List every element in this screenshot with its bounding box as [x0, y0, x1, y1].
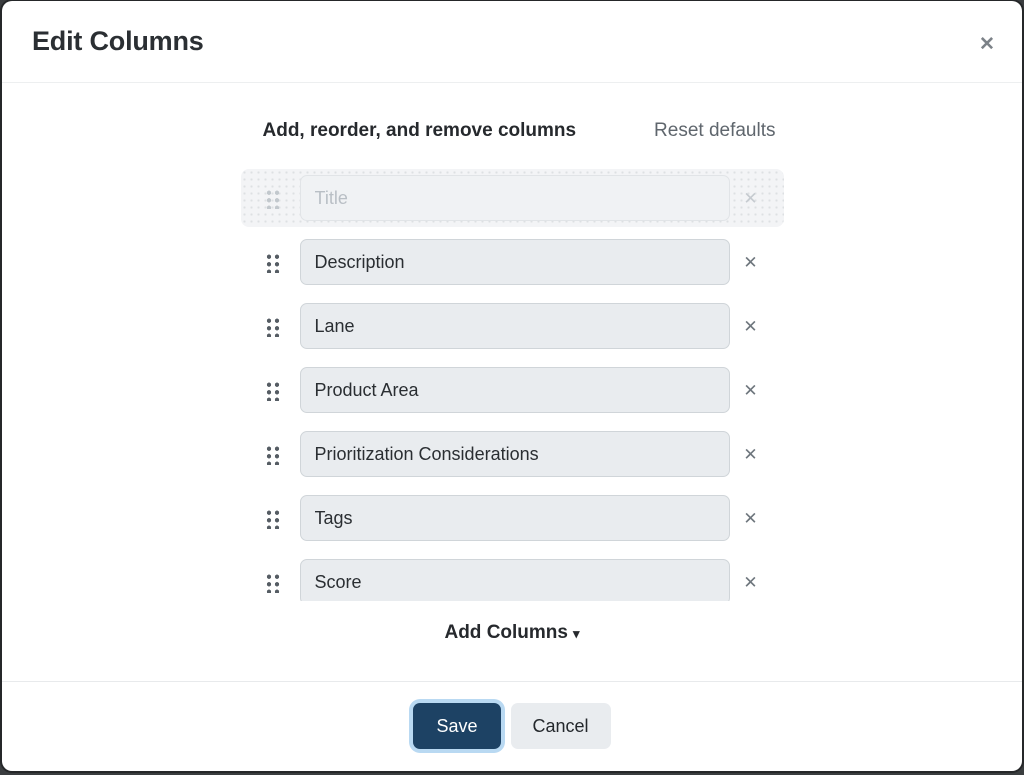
column-name-input[interactable]: [300, 367, 730, 413]
modal-title: Edit Columns: [32, 26, 204, 57]
drag-handle-icon[interactable]: [265, 380, 280, 401]
content-column: Add, reorder, and remove columns Reset d…: [241, 83, 784, 644]
remove-column-icon[interactable]: ✕: [730, 382, 772, 399]
column-row: ✕: [241, 553, 784, 601]
drag-handle-icon[interactable]: [265, 252, 280, 273]
remove-column-icon[interactable]: ✕: [730, 446, 772, 463]
column-row: ✕: [241, 169, 784, 227]
save-button[interactable]: Save: [413, 703, 500, 749]
column-row: ✕: [241, 425, 784, 483]
modal-footer: Save Cancel: [2, 681, 1022, 771]
modal-body: Add, reorder, and remove columns Reset d…: [2, 83, 1022, 681]
column-name-input[interactable]: [300, 239, 730, 285]
drag-handle-icon[interactable]: [265, 188, 280, 209]
cancel-button[interactable]: Cancel: [511, 703, 611, 749]
drag-handle-icon[interactable]: [265, 444, 280, 465]
remove-column-icon[interactable]: ✕: [730, 318, 772, 335]
reset-defaults-link[interactable]: Reset defaults: [654, 120, 775, 142]
column-row: ✕: [241, 233, 784, 291]
remove-column-icon[interactable]: ✕: [730, 574, 772, 591]
column-name-input[interactable]: [300, 303, 730, 349]
add-columns-label: Add Columns: [444, 622, 568, 643]
column-name-input[interactable]: [300, 559, 730, 601]
column-name-input[interactable]: [300, 495, 730, 541]
column-name-input[interactable]: [300, 431, 730, 477]
remove-column-icon[interactable]: ✕: [730, 254, 772, 271]
drag-handle-icon[interactable]: [265, 572, 280, 593]
add-columns-button[interactable]: Add Columns ▾: [241, 622, 784, 644]
caret-down-icon: ▾: [573, 626, 580, 641]
column-row: ✕: [241, 297, 784, 355]
subtitle-row: Add, reorder, and remove columns Reset d…: [241, 83, 784, 142]
close-icon[interactable]: ✕: [972, 29, 1002, 59]
remove-column-icon[interactable]: ✕: [730, 190, 772, 207]
subtitle: Add, reorder, and remove columns: [263, 120, 577, 142]
modal-header: Edit Columns ✕: [2, 1, 1022, 83]
column-row: ✕: [241, 489, 784, 547]
edit-columns-modal: Edit Columns ✕ Add, reorder, and remove …: [2, 1, 1022, 771]
column-name-input[interactable]: [300, 175, 730, 221]
drag-handle-icon[interactable]: [265, 316, 280, 337]
columns-list[interactable]: ✕ ✕ ✕ ✕ ✕: [241, 169, 784, 601]
drag-handle-icon[interactable]: [265, 508, 280, 529]
column-row: ✕: [241, 361, 784, 419]
remove-column-icon[interactable]: ✕: [730, 510, 772, 527]
